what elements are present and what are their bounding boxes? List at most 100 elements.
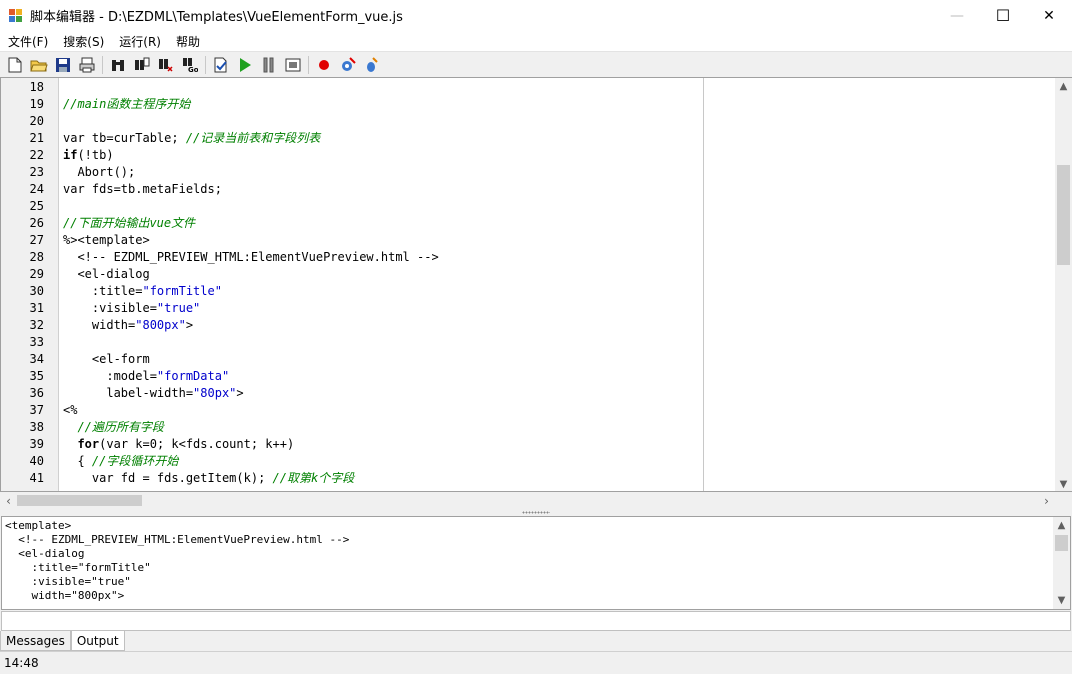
code-editor[interactable]: 18 19 20 21 22 23 24 25 26 27 28 29 30 31 32 33 34 35 36 37…	[0, 77, 1072, 492]
scroll-down-icon[interactable]: ▼	[1055, 476, 1072, 491]
line-number: 28	[29, 250, 44, 264]
output-pane[interactable]: <template> <!-- EZDML_PREVIEW_HTML:Eleme…	[1, 516, 1071, 610]
goto-line-icon[interactable]: Go	[181, 56, 199, 74]
code-line[interactable]: label-width="80px">	[63, 385, 243, 402]
output-line: <el-dialog	[5, 547, 85, 560]
pane-splitter[interactable]	[0, 509, 1072, 516]
code-line[interactable]: for(var k=0; k<fds.count; k++)	[63, 436, 294, 453]
find-next-icon[interactable]	[133, 56, 151, 74]
editor-vertical-scrollbar[interactable]: ▲ ▼	[1055, 78, 1072, 491]
code-text: <el-form	[63, 352, 150, 366]
line-number: 39	[29, 437, 44, 451]
check-syntax-icon[interactable]	[212, 56, 230, 74]
code-line[interactable]: %><template>	[63, 232, 150, 249]
line-number: 19	[29, 97, 44, 111]
line-number-gutter: 18 19 20 21 22 23 24 25 26 27 28 29 30 31 32 33 34 35 36 37…	[1, 78, 59, 491]
code-line[interactable]: var fd = fds.getItem(k); //取第k个字段	[63, 470, 354, 487]
right-margin-line	[703, 78, 704, 491]
code-line[interactable]: <el-form	[63, 351, 150, 368]
code-keyword: for	[77, 437, 100, 451]
scroll-up-icon[interactable]: ▲	[1055, 78, 1072, 95]
toggle-breakpoint-icon[interactable]	[339, 56, 357, 74]
tab-output[interactable]: Output	[70, 631, 125, 651]
code-comment: //main函数主程序开始	[63, 97, 191, 111]
splitter-grip-icon	[522, 511, 550, 514]
toolbar: Go	[0, 51, 1072, 77]
line-number: 40	[29, 454, 44, 468]
line-number: 38	[29, 420, 44, 434]
code-line[interactable]: <!-- EZDML_PREVIEW_HTML:ElementVuePrevie…	[63, 249, 439, 266]
output-line: <!-- EZDML_PREVIEW_HTML:ElementVuePrevie…	[5, 533, 350, 546]
scroll-thumb[interactable]	[1055, 535, 1068, 551]
debug-icon[interactable]	[363, 56, 381, 74]
code-line[interactable]: Abort();	[63, 164, 135, 181]
code-string: "true"	[156, 301, 201, 315]
code-line[interactable]: <el-dialog	[63, 266, 149, 283]
command-input[interactable]	[1, 611, 1071, 631]
code-line[interactable]: :title="formTitle"	[63, 283, 222, 300]
new-file-icon[interactable]	[6, 56, 24, 74]
code-line[interactable]: <%	[63, 402, 77, 419]
editor-horizontal-scrollbar[interactable]: ‹ ›	[0, 492, 1072, 509]
line-number: 26	[29, 216, 44, 230]
scroll-thumb[interactable]	[17, 495, 142, 506]
tab-messages[interactable]: Messages	[0, 631, 71, 651]
find-binoculars-icon[interactable]	[109, 56, 127, 74]
code-text: :model=	[63, 369, 157, 383]
pause-icon[interactable]	[260, 56, 278, 74]
code-text: :visible=	[63, 301, 157, 315]
code-text: Abort();	[63, 165, 136, 179]
line-number: 31	[29, 301, 44, 315]
code-line[interactable]: //下面开始输出vue文件	[63, 215, 195, 232]
maximize-button[interactable]: ☐	[980, 0, 1026, 31]
print-preview-icon[interactable]	[78, 56, 96, 74]
scroll-left-icon[interactable]: ‹	[0, 492, 17, 509]
code-line[interactable]: :model="formData"	[63, 368, 229, 385]
line-number: 20	[29, 114, 44, 128]
toolbar-separator	[308, 55, 309, 74]
code-text: var fd = fds.getItem(k);	[63, 471, 273, 485]
code-line[interactable]: //main函数主程序开始	[63, 96, 190, 113]
window-title: 脚本编辑器 - D:\EZDML\Templates\VueElementFor…	[30, 10, 403, 25]
menu-help[interactable]: 帮助	[168, 33, 207, 50]
code-line[interactable]: var tb=curTable; //记录当前表和字段列表	[63, 130, 320, 147]
close-button[interactable]: ✕	[1026, 0, 1072, 31]
breakpoint-icon[interactable]	[315, 56, 333, 74]
code-text: <!-- EZDML_PREVIEW_HTML:ElementVuePrevie…	[63, 250, 439, 264]
open-folder-icon[interactable]	[30, 56, 48, 74]
line-number: 30	[29, 284, 44, 298]
code-line[interactable]: :visible="true"	[63, 300, 200, 317]
run-icon[interactable]	[236, 56, 254, 74]
code-text: var tb=curTable;	[63, 131, 186, 145]
scroll-down-icon[interactable]: ▼	[1053, 592, 1070, 609]
code-comment: //记录当前表和字段列表	[185, 131, 321, 145]
menu-file[interactable]: 文件(F)	[0, 33, 55, 50]
code-line[interactable]: var fds=tb.metaFields;	[63, 181, 222, 198]
code-line[interactable]: if(!tb)	[63, 147, 114, 164]
minimize-button[interactable]: —	[934, 0, 980, 31]
svg-text:Go: Go	[188, 66, 198, 73]
scroll-up-icon[interactable]: ▲	[1053, 517, 1070, 534]
code-string: "80px"	[193, 386, 237, 400]
code-line[interactable]: width="800px">	[63, 317, 193, 334]
bottom-tabs: Messages Output	[0, 631, 1072, 651]
code-comment: //取第k个字段	[272, 471, 355, 485]
code-line[interactable]: { //字段循环开始	[63, 453, 178, 470]
code-text: var fds=tb.metaFields;	[63, 182, 222, 196]
code-text: (var k=0; k<fds.count; k++)	[99, 437, 295, 451]
step-icon[interactable]	[284, 56, 302, 74]
save-icon[interactable]	[54, 56, 72, 74]
scroll-right-icon[interactable]: ›	[1038, 492, 1055, 509]
code-text: <%	[63, 403, 78, 417]
replace-icon[interactable]	[157, 56, 175, 74]
line-number: 24	[29, 182, 44, 196]
output-vertical-scrollbar[interactable]: ▲ ▼	[1053, 517, 1070, 609]
code-text: {	[63, 454, 92, 468]
status-time: 14:48	[4, 656, 39, 670]
menu-run[interactable]: 运行(R)	[111, 33, 168, 50]
code-line[interactable]: //遍历所有字段	[63, 419, 164, 436]
code-comment: //遍历所有字段	[63, 420, 164, 434]
scroll-thumb[interactable]	[1057, 165, 1070, 265]
menu-search[interactable]: 搜索(S)	[55, 33, 111, 50]
line-number: 27	[29, 233, 44, 247]
